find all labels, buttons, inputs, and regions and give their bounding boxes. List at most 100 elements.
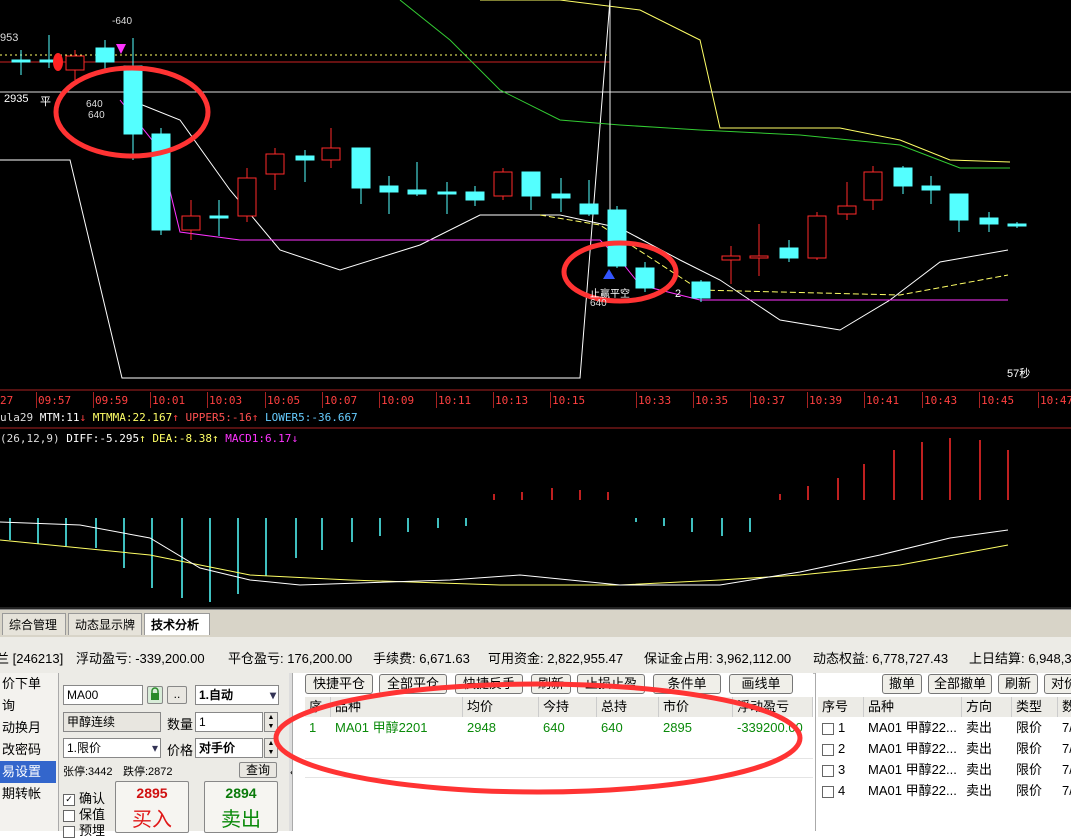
sell-label: 卖出 xyxy=(221,809,261,831)
candlestick-chart[interactable]: 953 2935 平 -640 640 640 止赢平空 640 2 57秒 2… xyxy=(0,0,1071,609)
order-row-no: 4 xyxy=(818,781,864,801)
candle-body xyxy=(295,155,315,161)
lock-icon[interactable] xyxy=(147,686,163,704)
contract-name: 甲醇连续 xyxy=(63,712,161,732)
time-label: 10:37 xyxy=(752,394,786,407)
price-type-select[interactable]: 1.限价 ▾ xyxy=(63,738,161,758)
col-direction[interactable]: 方向 xyxy=(962,697,1012,717)
order-checkbox[interactable] xyxy=(822,743,834,756)
buy-label: 买入 xyxy=(132,809,172,831)
order-row-no: 2 xyxy=(818,739,864,759)
order-checkbox[interactable] xyxy=(822,785,834,798)
qty-input[interactable]: 1 xyxy=(195,712,263,732)
order-row-direction: 卖出 xyxy=(966,720,993,735)
nav-change-password[interactable]: 改密码 xyxy=(0,739,56,761)
tab-dynamic-board[interactable]: 动态显示牌 xyxy=(68,613,142,635)
col-count[interactable]: 数 xyxy=(1058,697,1071,717)
mode-select-value: 1.自动 xyxy=(199,688,234,702)
candle-body xyxy=(493,171,513,197)
candle-body xyxy=(921,185,941,191)
order-no-text: 3 xyxy=(838,762,846,777)
ind1-mtm: MTM:11 xyxy=(39,411,80,424)
candle-body xyxy=(181,215,201,231)
time-label: 10:07 xyxy=(324,394,358,407)
time-label: 10:47 xyxy=(1040,394,1071,407)
price-marker-label: 2935 xyxy=(4,93,29,105)
order-row-no: 1 xyxy=(818,718,864,738)
signal-label-b: 640 xyxy=(88,110,105,121)
fee: 手续费: 6,671.63 xyxy=(373,651,470,666)
time-label: 10:33 xyxy=(638,394,672,407)
price-label: 价格 xyxy=(167,743,194,758)
candle-body xyxy=(465,191,485,201)
buy-button[interactable]: 2895 买入 xyxy=(115,781,189,833)
candle-body xyxy=(551,193,571,199)
sell-button[interactable]: 2894 卖出 xyxy=(204,781,278,833)
ping-label: 平 xyxy=(40,96,51,108)
order-row-instrument: MA01 甲醇22... xyxy=(868,783,957,798)
preset-checkbox[interactable]: 预埋 xyxy=(63,820,105,839)
time-label: 10:09 xyxy=(381,394,415,407)
col-order-instrument[interactable]: 品种 xyxy=(864,697,962,717)
mode-select[interactable]: 1.自动 ▾ xyxy=(195,685,279,705)
order-row-instrument: MA01 甲醇22... xyxy=(868,762,957,777)
order-row-type: 限价 xyxy=(1016,720,1043,735)
orders-refresh-button[interactable]: 刷新 xyxy=(998,674,1038,694)
candle-body xyxy=(407,189,427,195)
signal-label-top: -640 xyxy=(112,16,133,27)
candle-body xyxy=(521,171,541,197)
nav-transfer[interactable]: 期转帐 xyxy=(0,783,56,805)
time-label: 10:01 xyxy=(152,394,186,407)
sell-price: 2894 xyxy=(225,785,257,801)
candle-body xyxy=(779,247,799,259)
cancel-all-button[interactable]: 全部撤单 xyxy=(928,674,992,694)
nav-trade-settings[interactable]: 易设置 xyxy=(0,761,56,783)
nav-quick-order[interactable]: 价下单 xyxy=(0,673,56,695)
candle-body xyxy=(379,185,399,193)
order-no-text: 2 xyxy=(838,741,846,756)
qty-label: 数量 xyxy=(167,717,194,732)
macd-diff-line xyxy=(0,521,1009,586)
contract-input[interactable]: MA00 xyxy=(63,685,143,705)
nav-roll-month[interactable]: 动换月 xyxy=(0,717,56,739)
order-row-type: 限价 xyxy=(1016,741,1043,756)
order-checkbox[interactable] xyxy=(822,722,834,735)
annotation-circle-3 xyxy=(273,681,803,795)
order-checkbox[interactable] xyxy=(822,764,834,777)
order-row-count: 7/ xyxy=(1062,741,1071,756)
ind1-mtmma: MTMMA:22.167 xyxy=(92,411,173,424)
time-label: 27 xyxy=(0,394,14,407)
chart-canvas[interactable] xyxy=(0,0,1071,609)
tab-bar: 综合管理 动态显示牌 技术分析 xyxy=(0,609,1071,639)
candle-body xyxy=(437,191,457,195)
time-label: 10:05 xyxy=(267,394,301,407)
countdown-label: 57秒 xyxy=(1007,368,1031,380)
cancel-order-button[interactable]: 撤单 xyxy=(882,674,922,694)
col-order-no[interactable]: 序号 xyxy=(818,697,864,717)
candle-body xyxy=(1007,223,1027,227)
col-type[interactable]: 类型 xyxy=(1012,697,1058,717)
candle-body xyxy=(749,255,769,259)
browse-button[interactable]: .. xyxy=(167,686,187,704)
signal-dot-red xyxy=(53,53,63,71)
bollinger-lower xyxy=(129,99,1009,331)
price-type-value: 1.限价 xyxy=(67,741,102,755)
order-row-direction: 卖出 xyxy=(966,741,993,756)
candle-body xyxy=(807,215,827,259)
indicator1-line: ula29 MTM:11↓ MTMMA:22.167↑ UPPER5:-16↑ … xyxy=(0,411,358,424)
macd-bars-group xyxy=(9,438,1009,602)
price-input[interactable]: 对手价 xyxy=(195,738,263,758)
ma-yellow-line xyxy=(480,0,1011,163)
ind2-macd: MACD1:6.17 xyxy=(225,432,292,445)
time-label: 10:13 xyxy=(495,394,529,407)
order-row-count: 7/ xyxy=(1062,762,1071,777)
order-row-count: 7/ xyxy=(1062,720,1071,735)
dynamic-equity: 动态权益: 6,778,727.43 xyxy=(813,651,949,666)
nav-query[interactable]: 询 xyxy=(0,695,56,717)
counter-price-button[interactable]: 对价 xyxy=(1044,674,1071,694)
account-summary: 兰 [246213] 浮动盈亏: -339,200.00 平仓盈亏: 176,2… xyxy=(0,637,1071,674)
tab-technical-analysis[interactable]: 技术分析 xyxy=(144,613,210,635)
ind1-name: ula29 xyxy=(0,411,34,424)
tab-overview[interactable]: 综合管理 xyxy=(2,613,66,635)
available-funds: 可用资金: 2,822,955.47 xyxy=(488,651,624,666)
